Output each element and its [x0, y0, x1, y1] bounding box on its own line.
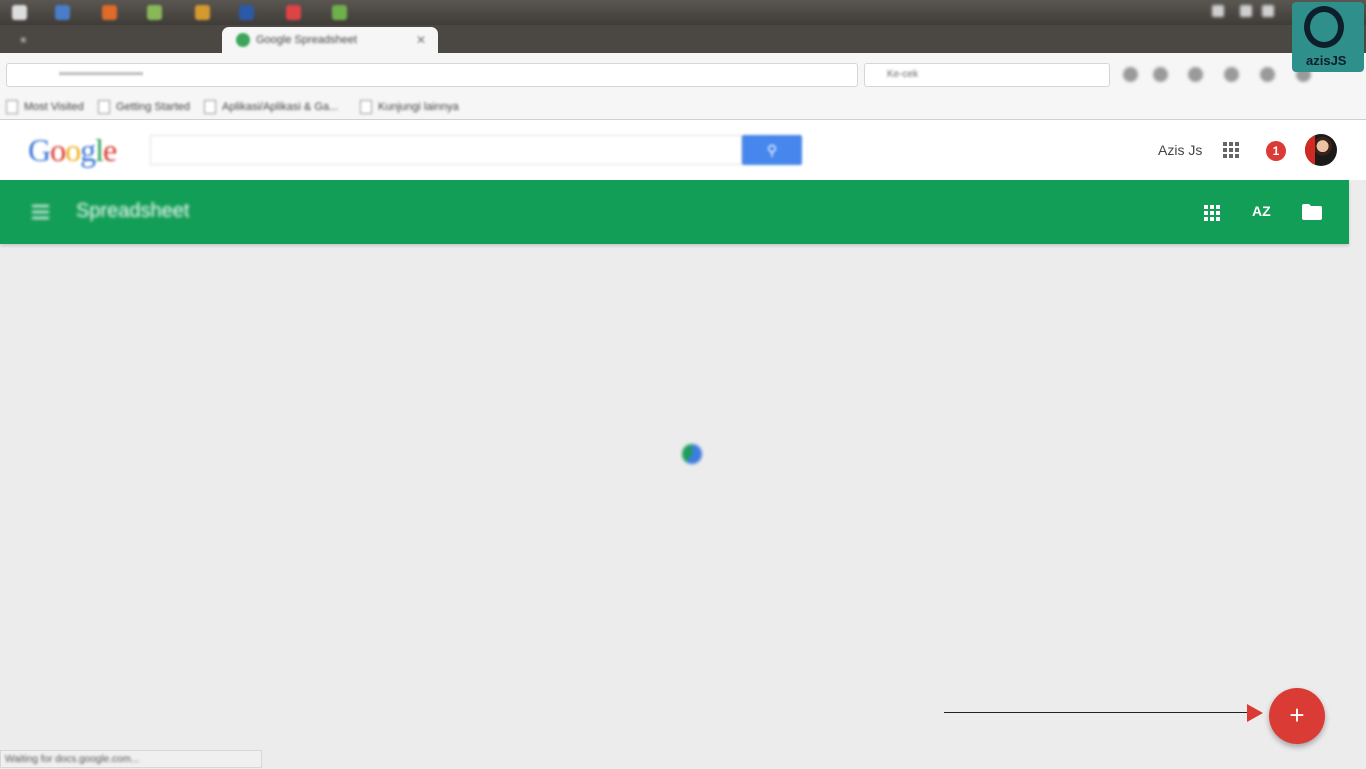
bookmark-item[interactable]: Kunjungi lainnya	[360, 100, 459, 114]
pocket-icon[interactable]	[1188, 67, 1203, 82]
sheets-favicon-icon	[236, 33, 250, 48]
browser-search-input[interactable]: Ke-cek	[864, 63, 1110, 87]
bookmark-item[interactable]: Most Visited	[6, 100, 84, 114]
google-logo-letter: l	[95, 132, 104, 168]
sheets-app-bar: Spreadsheet AZ	[0, 180, 1349, 244]
url-text: ••••••••••••••••••••••••	[59, 69, 144, 80]
extension-icon[interactable]	[1260, 67, 1275, 82]
finder-icon[interactable]	[12, 5, 27, 20]
app-icon[interactable]	[332, 5, 347, 20]
avatar[interactable]	[1305, 134, 1337, 166]
sort-az-icon[interactable]: AZ	[1252, 200, 1271, 222]
apps-grid-icon[interactable]	[1223, 142, 1239, 158]
browser-tab-strip: ● Google Spreadsheet ✕	[0, 25, 1366, 53]
word-icon[interactable]	[239, 5, 254, 20]
watermark-text: azisJS	[1306, 53, 1347, 68]
image-viewer-icon[interactable]	[147, 5, 162, 20]
tray-icon[interactable]	[1240, 5, 1252, 17]
tab-google-spreadsheet[interactable]: Google Spreadsheet ✕	[222, 27, 438, 53]
app-title: Spreadsheet	[76, 200, 190, 222]
status-bar: Waiting for docs.google.com...	[0, 750, 262, 768]
annotation-arrow-head	[1247, 704, 1263, 722]
loading-spinner	[682, 444, 702, 464]
app-icon[interactable]	[55, 5, 70, 20]
create-new-spreadsheet-button[interactable]: +	[1269, 688, 1325, 744]
browser-nav-bar: •••••••••••••••••••••••• Ke-cek	[0, 53, 1366, 95]
google-logo-letter: e	[103, 132, 117, 168]
google-search-button[interactable]: ⚲	[742, 135, 802, 165]
search-placeholder: Ke-cek	[887, 69, 919, 80]
close-tab-icon[interactable]: ✕	[416, 27, 426, 53]
user-name[interactable]: Azis Js	[1158, 142, 1202, 158]
grid-view-icon[interactable]	[1204, 205, 1220, 221]
notification-badge[interactable]: 1	[1266, 141, 1286, 161]
status-text: Waiting for docs.google.com...	[5, 754, 140, 765]
bookmarks-bar: Most Visited Getting Started Aplikasi/Ap…	[0, 95, 1366, 120]
bookmark-item[interactable]: Getting Started	[98, 100, 190, 114]
app-icon[interactable]	[286, 5, 301, 20]
azisjs-watermark-logo: azisJS	[1292, 2, 1364, 72]
annotation-arrow-line	[944, 712, 1249, 713]
google-logo-letter: o	[65, 132, 81, 168]
google-search-input[interactable]	[150, 135, 742, 165]
firefox-icon[interactable]	[102, 5, 117, 20]
library-icon[interactable]	[1153, 67, 1168, 82]
address-bar[interactable]: ••••••••••••••••••••••••	[6, 63, 858, 87]
google-logo-letter: g	[80, 132, 96, 168]
search-icon: ⚲	[766, 142, 778, 158]
extension-icon[interactable]	[1224, 67, 1239, 82]
tray-icon[interactable]	[1262, 5, 1274, 17]
tab-inactive[interactable]: ●	[20, 27, 210, 53]
google-logo-letter: o	[50, 132, 66, 168]
folder-icon[interactable]	[1302, 204, 1322, 220]
google-logo-letter: G	[28, 132, 51, 168]
tab-label: Google Spreadsheet	[256, 34, 357, 46]
download-icon[interactable]	[1123, 67, 1138, 82]
watermark-q-mark	[1304, 6, 1344, 48]
google-logo[interactable]: Google	[28, 132, 117, 169]
google-header: Google ⚲ Azis Js 1	[0, 120, 1366, 180]
hamburger-menu-icon[interactable]	[32, 205, 49, 219]
bookmark-item[interactable]: Aplikasi/Aplikasi & Ga...	[204, 100, 338, 114]
os-taskbar	[0, 0, 1366, 25]
tray-icon[interactable]	[1212, 5, 1224, 17]
app-icon[interactable]	[195, 5, 210, 20]
